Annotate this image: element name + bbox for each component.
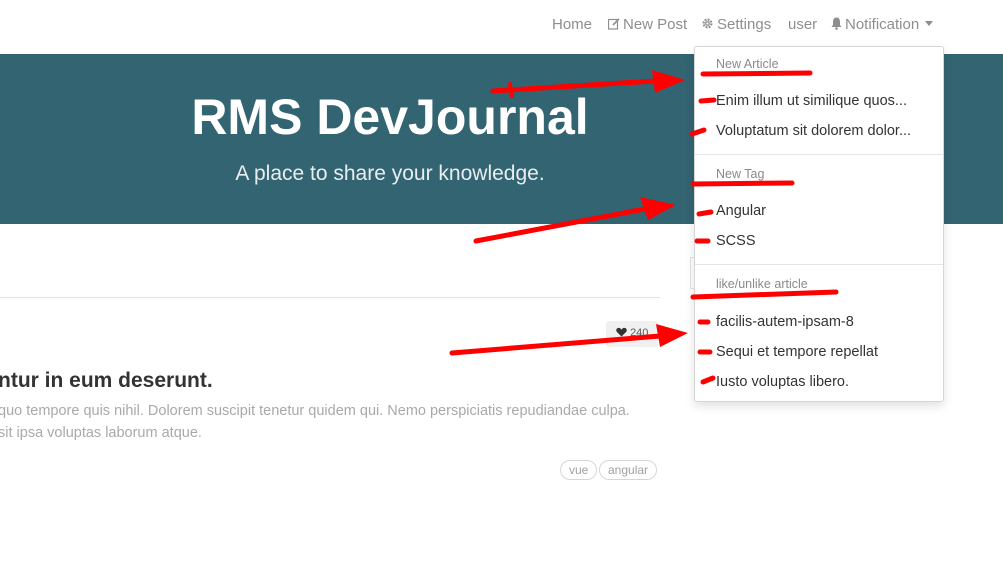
article-description-line: quo tempore quis nihil. Dolorem suscipit… bbox=[0, 403, 630, 419]
notification-dropdown: New Article Enim illum ut similique quos… bbox=[694, 46, 944, 402]
notification-item[interactable]: Enim illum ut similique quos... bbox=[716, 93, 907, 109]
site-title: RMS DevJournal bbox=[191, 89, 589, 145]
nav-notification-toggle[interactable]: Notification bbox=[831, 16, 934, 33]
nav-notification-label: Notification bbox=[845, 16, 920, 33]
edit-icon bbox=[607, 18, 620, 30]
tag-pill[interactable]: vue bbox=[560, 460, 598, 480]
site-tagline: A place to share your knowledge. bbox=[235, 162, 545, 185]
dropdown-divider bbox=[695, 264, 943, 265]
nav-new-post-label: New Post bbox=[623, 16, 688, 33]
bell-icon bbox=[831, 17, 842, 30]
annotation-arrowhead bbox=[656, 324, 688, 347]
dropdown-header-like-unlike: like/unlike article bbox=[716, 277, 808, 291]
article-title[interactable]: ntur in eum deserunt. bbox=[0, 369, 213, 393]
notification-item[interactable]: Sequi et tempore repellat bbox=[716, 344, 878, 360]
notification-item[interactable]: Iusto voluptas libero. bbox=[716, 374, 849, 390]
notification-item[interactable]: SCSS bbox=[716, 233, 756, 249]
article-description: quo tempore quis nihil. Dolorem suscipit… bbox=[0, 400, 658, 444]
caret-down-icon bbox=[925, 21, 934, 26]
nav-new-post-link[interactable]: New Post bbox=[607, 16, 688, 33]
notification-item[interactable]: Angular bbox=[716, 203, 766, 219]
feed-divider bbox=[0, 297, 660, 298]
nav-settings-link[interactable]: Settings bbox=[701, 16, 771, 33]
like-count: 240 bbox=[630, 327, 649, 339]
nav-user-link[interactable]: user bbox=[788, 16, 817, 33]
notification-item[interactable]: facilis-autem-ipsam-8 bbox=[716, 314, 854, 330]
dropdown-header-new-article: New Article bbox=[716, 57, 779, 71]
nav-settings-label: Settings bbox=[717, 16, 772, 33]
notification-item[interactable]: Voluptatum sit dolorem dolor... bbox=[716, 123, 911, 139]
dropdown-divider bbox=[695, 154, 943, 155]
heart-icon bbox=[616, 327, 627, 337]
dropdown-header-new-tag: New Tag bbox=[716, 167, 765, 181]
tag-pill[interactable]: angular bbox=[599, 460, 658, 480]
article-description-line: sit ipsa voluptas laborum atque. bbox=[0, 425, 202, 441]
gear-icon bbox=[702, 18, 713, 29]
nav-home-link[interactable]: Home bbox=[552, 16, 592, 33]
like-button[interactable]: 240 bbox=[606, 321, 658, 347]
